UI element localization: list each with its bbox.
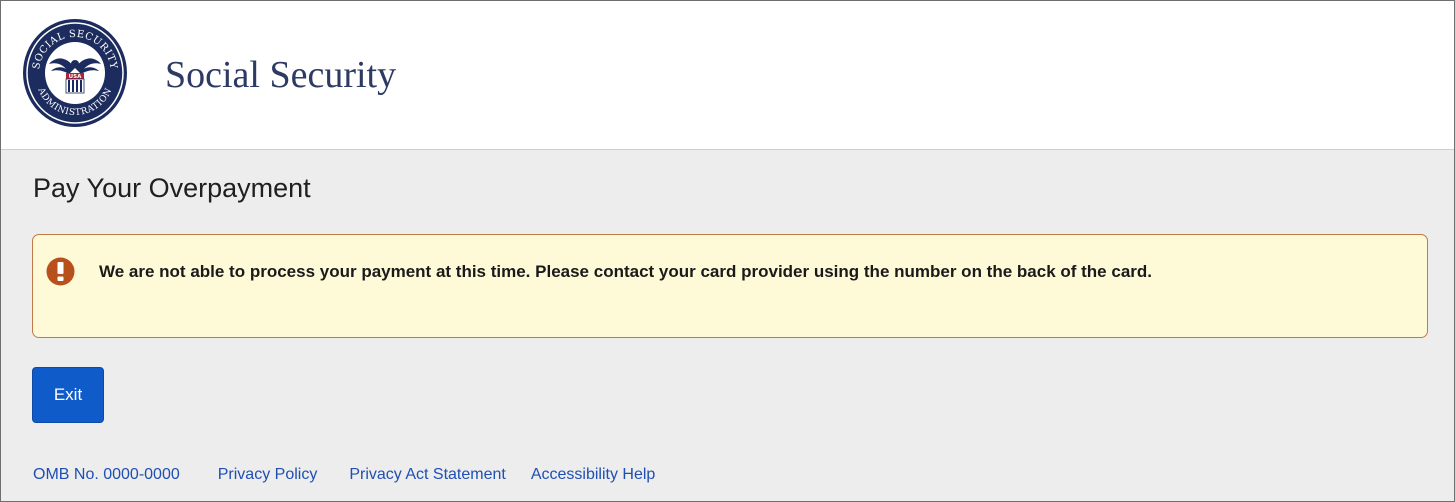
site-header: SOCIAL SECURITY ADMINISTRATION USA Socia… bbox=[1, 1, 1454, 150]
privacy-policy-link[interactable]: Privacy Policy bbox=[218, 466, 318, 483]
alert-message: We are not able to process your payment … bbox=[99, 262, 1152, 281]
privacy-act-statement-link[interactable]: Privacy Act Statement bbox=[349, 466, 506, 483]
footer-links: OMB No. 0000-0000 Privacy Policy Privacy A… bbox=[33, 466, 683, 484]
page-frame: SOCIAL SECURITY ADMINISTRATION USA Socia… bbox=[0, 0, 1455, 502]
accessibility-help-link[interactable]: Accessibility Help bbox=[531, 466, 655, 483]
error-alert: We are not able to process your payment … bbox=[32, 234, 1428, 338]
site-title: Social Security bbox=[165, 54, 397, 96]
page-title: Pay Your Overpayment bbox=[33, 173, 311, 203]
exclamation-icon bbox=[46, 257, 75, 286]
exit-button[interactable]: Exit bbox=[32, 367, 104, 423]
ssa-seal-logo: SOCIAL SECURITY ADMINISTRATION USA bbox=[23, 19, 127, 127]
omb-number-link[interactable]: OMB No. 0000-0000 bbox=[33, 466, 180, 483]
